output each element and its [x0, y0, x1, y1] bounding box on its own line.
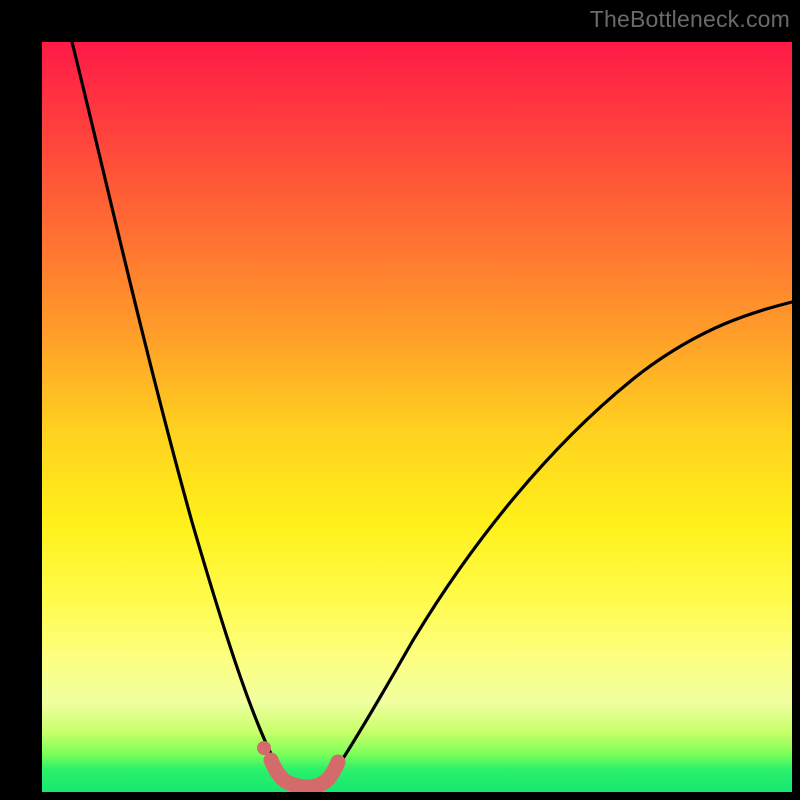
pink-dot: [257, 741, 271, 755]
chart-frame: TheBottleneck.com: [0, 0, 800, 800]
plot-area: [42, 42, 792, 792]
right-curve: [329, 302, 792, 779]
chart-svg: [42, 42, 792, 792]
left-curve: [72, 42, 287, 781]
pink-overlay-curve: [271, 760, 338, 787]
watermark-text: TheBottleneck.com: [590, 6, 790, 33]
